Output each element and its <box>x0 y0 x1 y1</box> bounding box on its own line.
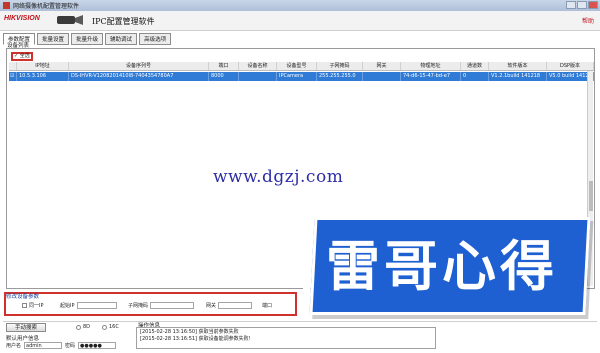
modify-params-title: 修改设备参数 <box>6 294 40 300</box>
col-header[interactable]: 子网掩码 <box>317 62 363 70</box>
close-button[interactable] <box>588 1 598 9</box>
row-checkbox[interactable]: ☑ <box>9 72 17 81</box>
table-header: IP地址 设备序列号 端口 设备名称 设备型号 子网掩码 网关 物理地址 通道数… <box>9 62 594 71</box>
title-bar: 网络摄像机配置管理软件 <box>0 0 600 11</box>
cell-gateway <box>363 72 401 81</box>
cell-serial: DS-IHVR-V1208201410I8-7404354780A7 <box>69 72 209 81</box>
tab-debug[interactable]: 辅助调试 <box>105 33 138 45</box>
radio-16c-label: 16C <box>109 324 119 330</box>
window-title: 网络摄像机配置管理软件 <box>13 3 80 10</box>
col-header[interactable]: 端口 <box>209 62 239 70</box>
mask-field: 子网掩码 <box>128 302 206 309</box>
col-header[interactable]: 通道数 <box>461 62 489 70</box>
scrollbar-thumb[interactable] <box>589 181 593 211</box>
gateway-input[interactable] <box>218 302 253 309</box>
gateway-label: 网关 <box>206 303 217 309</box>
col-header[interactable]: DSP版本 <box>547 62 594 70</box>
same-ip-field: 同一IP <box>22 302 60 309</box>
col-header[interactable]: 设备名称 <box>239 62 277 70</box>
select-all-label: 全选 <box>19 53 30 59</box>
col-header[interactable]: IP地址 <box>17 62 69 70</box>
app-icon <box>3 2 10 9</box>
start-ip-input[interactable] <box>76 302 117 309</box>
col-header[interactable]: 物理地址 <box>401 62 461 70</box>
mask-input[interactable] <box>150 302 195 309</box>
login-section-label: 默认用户信息 <box>6 336 40 342</box>
cell-sw-version: V1.2.1build 141218 <box>489 72 547 81</box>
modify-params-row: 同一IP 起始IP 子网掩码 网关 端口 <box>22 302 272 309</box>
radio-8d[interactable]: 8D <box>76 324 90 330</box>
tab-advanced[interactable]: 高级选项 <box>139 33 172 45</box>
help-link[interactable]: 帮助 <box>582 16 594 25</box>
radio-8d-label: 8D <box>83 324 91 330</box>
col-header[interactable]: 设备型号 <box>277 62 317 70</box>
same-ip-label: 同一IP <box>29 303 44 309</box>
gateway-field: 网关 <box>206 302 262 309</box>
window-controls <box>566 1 598 9</box>
cell-port: 8000 <box>209 72 239 81</box>
log-line: [2015-02-28 13:16:51] 获取设备能调参数失败! <box>140 336 251 342</box>
app-title: IPC配置管理软件 <box>92 17 155 26</box>
radio-16c-circle[interactable] <box>102 324 107 330</box>
cell-mask: 255.255.255.0 <box>317 72 363 81</box>
log-line: [2015-02-28 13:16:50] 获取当前参数失败 <box>140 329 239 335</box>
cell-ip: 10.5.3.106 <box>17 72 69 81</box>
minimize-button[interactable] <box>566 1 576 9</box>
login-row: 用户名 admin 密码 ●●●●● <box>6 342 117 349</box>
camera-icon <box>57 15 83 25</box>
username-input[interactable]: admin <box>24 342 63 349</box>
username-label: 用户名 <box>6 343 22 349</box>
radio-8d-circle[interactable] <box>76 324 81 330</box>
app-banner: HIKVISION IPC配置管理软件 帮助 <box>0 11 600 31</box>
port-field: 端口 <box>262 302 272 309</box>
tab-batch-upgrade[interactable]: 批量升级 <box>71 33 104 45</box>
col-header[interactable]: 网关 <box>363 62 401 70</box>
password-input[interactable]: ●●●●● <box>78 342 117 349</box>
maximize-button[interactable] <box>577 1 587 9</box>
operation-log: [2015-02-28 13:16:50] 获取当前参数失败 [2015-02-… <box>136 327 436 349</box>
port-label: 端口 <box>262 303 273 309</box>
same-ip-checkbox[interactable] <box>22 303 27 308</box>
mask-label: 子网掩码 <box>128 303 149 309</box>
password-label: 密码 <box>65 343 76 349</box>
radio-16c[interactable]: 16C <box>102 324 119 330</box>
select-all-checkbox[interactable]: ✓ 全选 <box>11 52 33 61</box>
table-row[interactable]: ☑ 10.5.3.106 DS-IHVR-V1208201410I8-74043… <box>9 72 594 81</box>
col-header[interactable]: 软件版本 <box>489 62 547 70</box>
brand-logo: HIKVISION <box>4 15 40 22</box>
start-ip-label: 起始IP <box>60 303 75 309</box>
cell-model: IPCamera <box>277 72 317 81</box>
overlay-badge-text: 雷哥心得 <box>326 235 558 298</box>
cell-channels: 0 <box>461 72 489 81</box>
start-ip-field: 起始IP <box>60 302 128 309</box>
cell-name <box>239 72 277 81</box>
watermark-text: www.dgzj.com <box>213 167 344 187</box>
tab-batch-settings[interactable]: 批量设置 <box>37 33 70 45</box>
manual-search-button[interactable]: 手动搜索 <box>6 323 46 332</box>
col-header[interactable] <box>9 62 17 70</box>
cell-mac: 74-d6-15-47-bd-e7 <box>401 72 461 81</box>
col-header[interactable]: 设备序列号 <box>69 62 209 70</box>
